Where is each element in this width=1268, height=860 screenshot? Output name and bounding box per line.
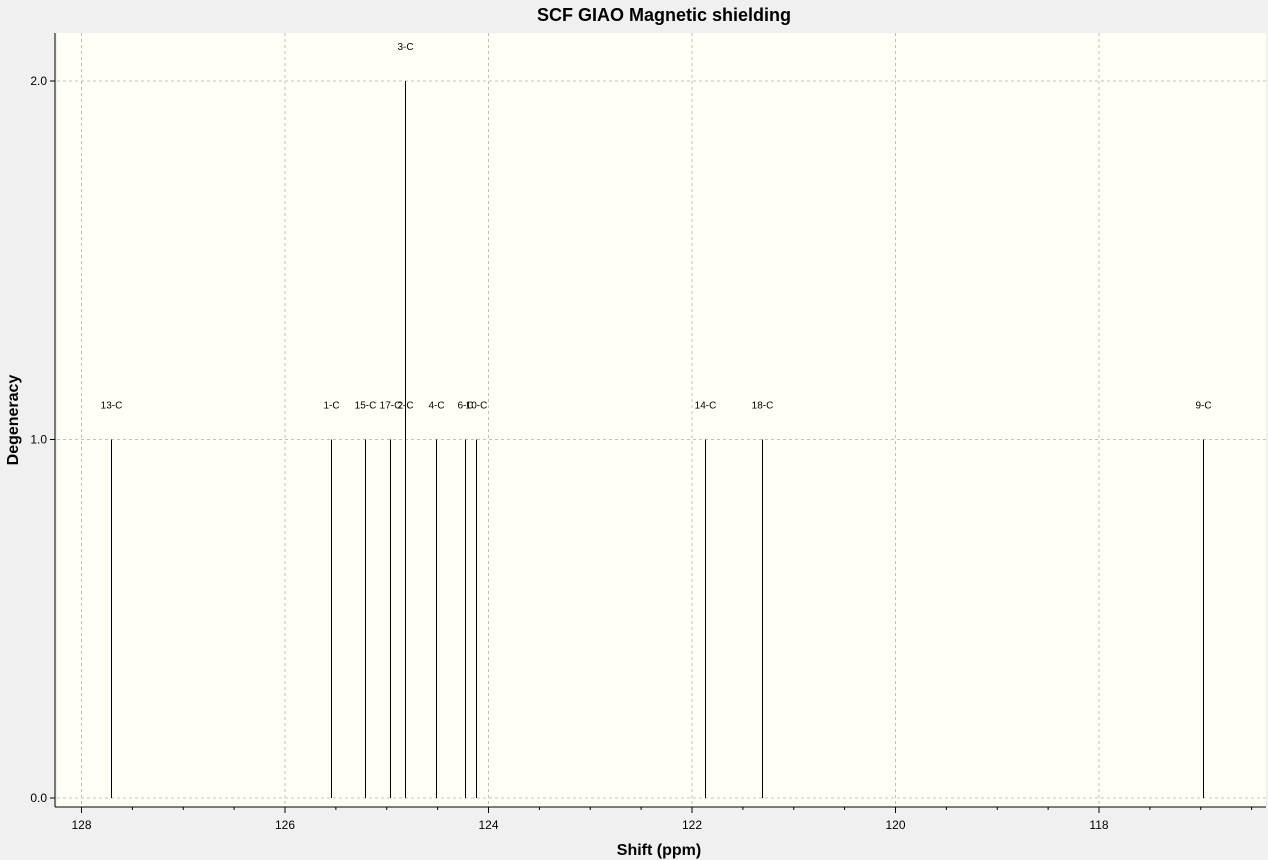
- peak-label: 14-C: [695, 401, 717, 412]
- x-tick-label: 124: [478, 818, 498, 832]
- y-tick-label: 1.0: [30, 433, 47, 447]
- x-tick-label: 128: [71, 818, 91, 832]
- x-axis-label: Shift (ppm): [617, 842, 701, 859]
- x-tick-label: 118: [1089, 818, 1108, 832]
- peak-label: 3-C: [397, 42, 413, 53]
- x-tick-label: 126: [275, 818, 295, 832]
- peak-label: 13-C: [101, 401, 123, 412]
- x-tick-label: 120: [885, 818, 905, 832]
- peak-label: 2-C: [397, 401, 413, 412]
- y-tick-label: 0.0: [30, 791, 47, 805]
- peak-label: 18-C: [752, 401, 774, 412]
- peak-label: 10-C: [466, 401, 488, 412]
- peak-label: 9-C: [1195, 401, 1211, 412]
- peak-label: 4-C: [428, 401, 444, 412]
- peak-label: 15-C: [355, 401, 377, 412]
- y-tick-label: 2.0: [30, 74, 47, 88]
- x-tick-label: 122: [682, 818, 702, 832]
- chart-title: SCF GIAO Magnetic shielding: [537, 5, 791, 25]
- plot-area: [57, 33, 1266, 807]
- y-axis-label: Degeneracy: [5, 375, 22, 466]
- peak-label: 1-C: [323, 401, 339, 412]
- nmr-chart: SCF GIAO Magnetic shielding 128 126 124 122…: [5, 5, 1266, 859]
